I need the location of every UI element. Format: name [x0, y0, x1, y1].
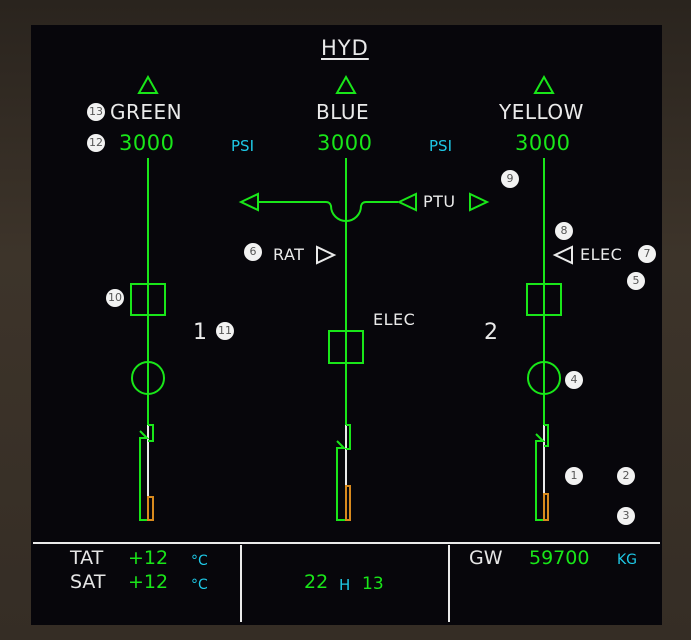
ptu-right-arrow-icon	[469, 192, 490, 212]
page-title: HYD	[321, 36, 369, 60]
tat-label: TAT	[70, 547, 104, 569]
rat-label: RAT	[273, 245, 305, 264]
callout-marker: 5	[627, 272, 645, 290]
callout-marker: 9	[501, 170, 519, 188]
psi-unit-left: PSI	[231, 137, 254, 155]
engine-2-label: 2	[484, 320, 498, 345]
sat-unit: °C	[191, 577, 208, 593]
blue-system-triangle-icon	[335, 74, 357, 94]
callout-marker: 11	[216, 322, 234, 340]
tat-unit: °C	[191, 553, 208, 569]
yellow-system-triangle-icon	[533, 74, 555, 94]
green-reservoir	[139, 424, 154, 521]
sat-value: +12	[128, 571, 169, 593]
ptu-label: PTU	[423, 192, 456, 211]
blue-pressure: 3000	[317, 131, 373, 155]
callout-marker: 13	[87, 103, 105, 121]
rat-triangle-icon	[316, 245, 337, 265]
yellow-elec-label: ELEC	[580, 245, 623, 264]
ptu-left-inner-arrow-icon	[396, 192, 417, 212]
tat-value: +12	[128, 547, 169, 569]
callout-marker: 6	[244, 243, 262, 261]
gw-value: 59700	[529, 547, 590, 569]
callout-marker: 4	[565, 371, 583, 389]
callout-marker: 12	[87, 134, 105, 152]
ptu-left-arrow-icon	[238, 192, 259, 212]
callout-marker: 3	[617, 507, 635, 525]
yellow-reservoir	[535, 424, 549, 521]
gw-unit: KG	[617, 552, 638, 568]
blue-elec-pump-label: ELEC	[373, 310, 416, 329]
yellow-elec-triangle-icon	[552, 245, 573, 265]
callout-marker: 1	[565, 467, 583, 485]
psi-unit-right: PSI	[429, 137, 452, 155]
callout-marker: 7	[638, 245, 656, 263]
time-hours: 22	[304, 571, 329, 593]
sat-label: SAT	[70, 571, 106, 593]
blue-system-name: BLUE	[316, 100, 370, 124]
yellow-system-name: YELLOW	[499, 100, 584, 124]
green-pressure: 3000	[119, 131, 175, 155]
gw-label: GW	[469, 547, 503, 569]
hydraulic-diagram	[33, 74, 660, 622]
green-system-name: GREEN	[110, 100, 183, 124]
time-separator: H	[339, 576, 351, 594]
callout-marker: 8	[555, 222, 573, 240]
time-minutes: 13	[362, 574, 384, 594]
ptu-line	[258, 201, 398, 222]
engine-1-label: 1	[193, 320, 207, 345]
blue-reservoir	[336, 424, 351, 521]
green-system-triangle-icon	[137, 74, 159, 94]
callout-marker: 10	[106, 289, 124, 307]
yellow-pressure: 3000	[515, 131, 571, 155]
callout-marker: 2	[617, 467, 635, 485]
